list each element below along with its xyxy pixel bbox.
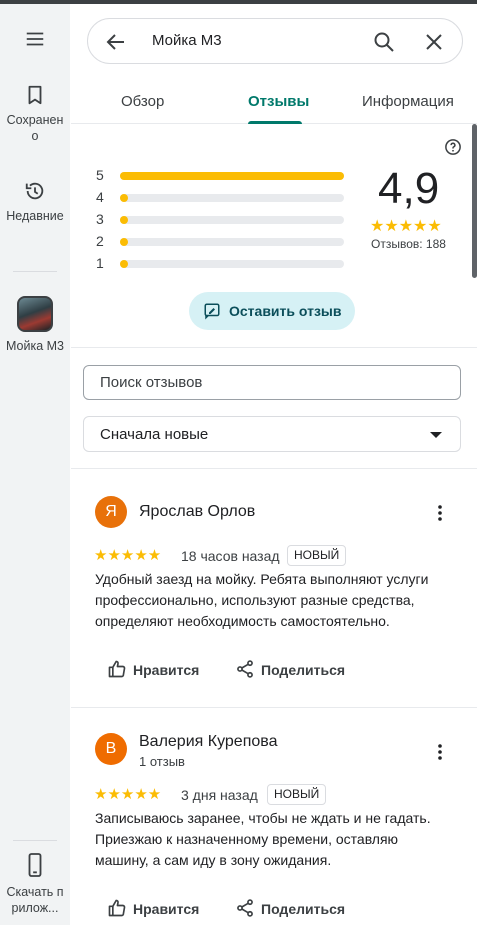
histogram-fill — [120, 216, 128, 224]
phone-icon — [28, 853, 42, 877]
histogram-row: 4 — [96, 189, 346, 206]
search-box[interactable]: Мойка М3 — [87, 18, 463, 64]
more-options-icon[interactable] — [433, 503, 447, 523]
rate-review-icon — [204, 303, 220, 320]
rail-divider — [13, 271, 57, 272]
review-stars: ★★★★★ — [94, 547, 162, 564]
histogram-row: 5 — [96, 167, 346, 184]
histogram-track — [120, 216, 344, 224]
back-arrow-icon[interactable] — [104, 30, 128, 54]
review-time: 18 часов назад — [181, 548, 280, 564]
review-text: Записываюсь заранее, чтобы не ждать и не… — [95, 810, 431, 868]
review-card: В Валерия Курепова 1 отзыв ★★★★★ 3 дня н… — [71, 707, 477, 925]
review-card: Я Ярослав Орлов ★★★★★ 18 часов назад НОВ… — [71, 468, 477, 707]
histogram-track — [120, 194, 344, 202]
left-rail: Сохранено Недавние Мойка М3 Скачать прил… — [0, 4, 70, 925]
place-panel: Мойка М3 Обзор Отзывы Информация 5 4 3 2 — [71, 4, 477, 925]
review-stars: ★★★★★ — [94, 786, 162, 803]
search-icon[interactable] — [372, 30, 396, 54]
histogram-row: 1 — [96, 255, 346, 272]
review-time: 3 дня назад — [181, 787, 258, 803]
tab-bar: Обзор Отзывы Информация — [71, 80, 477, 124]
close-icon[interactable] — [422, 30, 446, 54]
divider — [71, 347, 477, 348]
histogram-label: 1 — [96, 255, 104, 271]
scrollbar[interactable] — [472, 124, 477, 278]
place-button[interactable]: Мойка М3 — [0, 296, 70, 354]
histogram-row: 3 — [96, 211, 346, 228]
more-options-icon[interactable] — [433, 742, 447, 762]
sort-value: Сначала новые — [100, 426, 209, 443]
tab-reviews[interactable]: Отзывы — [248, 93, 309, 110]
like-label: Нравится — [133, 901, 200, 917]
tab-overview[interactable]: Обзор — [121, 93, 164, 110]
review-count: Отзывов: 188 — [371, 237, 446, 251]
reviewer-name[interactable]: Валерия Курепова — [139, 733, 277, 751]
histogram-label: 5 — [96, 167, 104, 183]
bookmark-icon — [28, 85, 42, 105]
thumb-up-icon — [108, 899, 126, 917]
histogram-track — [120, 238, 344, 246]
reviewer-review-count: 1 отзыв — [139, 754, 185, 769]
histogram-fill — [120, 194, 128, 202]
histogram-track — [120, 172, 344, 180]
histogram-fill — [120, 172, 344, 180]
saved-label: Сохранено — [6, 113, 64, 143]
download-label: Скачать прилож... — [6, 885, 64, 915]
menu-icon — [26, 32, 44, 46]
like-label: Нравится — [133, 662, 200, 678]
new-badge: НОВЫЙ — [287, 545, 347, 566]
histogram-label: 4 — [96, 189, 104, 205]
rail-divider-bottom — [13, 840, 57, 841]
avatar[interactable]: Я — [95, 496, 127, 528]
tab-info[interactable]: Информация — [362, 93, 454, 110]
review-search-input[interactable] — [100, 374, 440, 391]
write-review-label: Оставить отзыв — [229, 303, 342, 319]
recent-button[interactable]: Недавние — [0, 180, 70, 224]
search-query[interactable]: Мойка М3 — [152, 32, 222, 49]
avatar[interactable]: В — [95, 733, 127, 765]
average-stars: ★★★★★ — [370, 218, 442, 235]
saved-button[interactable]: Сохранено — [0, 84, 70, 144]
histogram-track — [120, 260, 344, 268]
share-label: Поделиться — [261, 662, 346, 678]
histogram-fill — [120, 238, 128, 246]
thumb-up-icon — [108, 660, 126, 678]
history-icon — [25, 182, 44, 200]
new-badge: НОВЫЙ — [267, 784, 327, 805]
recent-label: Недавние — [6, 209, 64, 223]
help-icon[interactable] — [444, 138, 462, 156]
active-tab-indicator — [248, 121, 302, 124]
review-search-field[interactable] — [83, 365, 461, 400]
sort-select[interactable]: Сначала новые — [83, 416, 461, 452]
place-label: Мойка М3 — [5, 339, 65, 353]
review-text: Удобный заезд на мойку. Ребята выполняют… — [95, 571, 429, 629]
histogram-row: 2 — [96, 233, 346, 250]
average-rating: 4,9 — [378, 164, 440, 213]
download-app-button[interactable]: Скачать прилож... — [0, 852, 70, 916]
write-review-button[interactable]: Оставить отзыв — [189, 292, 355, 330]
share-label: Поделиться — [261, 901, 346, 917]
menu-button[interactable] — [0, 28, 70, 56]
share-icon — [237, 660, 253, 678]
histogram-fill — [120, 260, 128, 268]
histogram-label: 3 — [96, 211, 104, 227]
share-icon — [237, 899, 253, 917]
dropdown-arrow-icon — [430, 432, 442, 438]
place-thumbnail — [17, 296, 53, 332]
reviewer-name[interactable]: Ярослав Орлов — [139, 503, 255, 521]
histogram-label: 2 — [96, 233, 104, 249]
